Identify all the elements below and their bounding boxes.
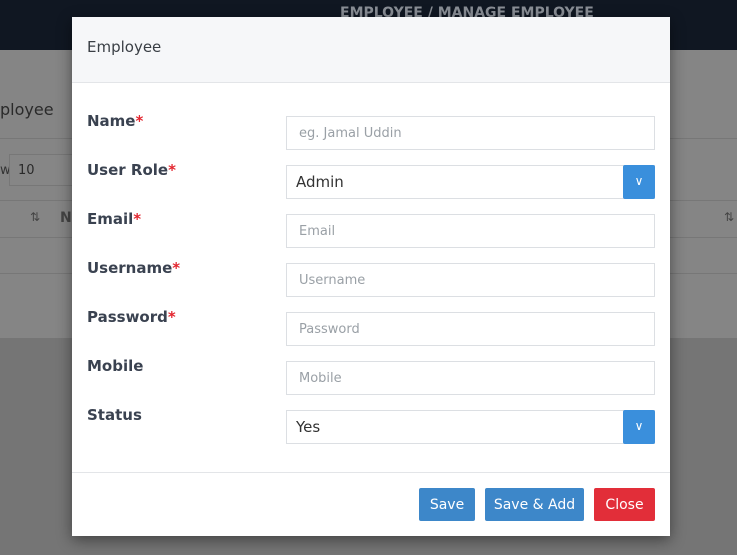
user-role-row: User Role* Admin ∨ — [72, 161, 670, 199]
username-label: Username* — [87, 259, 181, 277]
chevron-down-icon[interactable]: ∨ — [623, 165, 655, 199]
modal-header: Employee — [72, 17, 670, 83]
chevron-down-icon[interactable]: ∨ — [623, 410, 655, 444]
name-input[interactable] — [286, 116, 655, 150]
user-role-select[interactable]: Admin ∨ — [286, 165, 655, 199]
close-button[interactable]: Close — [594, 488, 655, 521]
status-label: Status — [87, 406, 142, 424]
email-label: Email* — [87, 210, 142, 228]
password-row: Password* — [72, 308, 670, 346]
save-button[interactable]: Save — [419, 488, 475, 521]
status-row: Status Yes ∨ — [72, 406, 670, 444]
background-page-title: ployee — [0, 100, 54, 119]
sort-icon[interactable]: ⇅ — [30, 210, 40, 224]
name-label: Name* — [87, 112, 144, 130]
password-label: Password* — [87, 308, 176, 326]
modal-footer-divider — [72, 472, 670, 473]
status-select[interactable]: Yes ∨ — [286, 410, 655, 444]
save-and-add-button[interactable]: Save & Add — [485, 488, 584, 521]
sort-icon[interactable]: ⇅ — [724, 210, 734, 224]
mobile-input[interactable] — [286, 361, 655, 395]
modal-title: Employee — [87, 38, 162, 56]
name-row: Name* — [72, 112, 670, 150]
mobile-row: Mobile — [72, 357, 670, 395]
username-row: Username* — [72, 259, 670, 297]
password-input[interactable] — [286, 312, 655, 346]
user-role-label: User Role* — [87, 161, 176, 179]
username-input[interactable] — [286, 263, 655, 297]
employee-modal: Employee Name* User Role* Admin∨ Email* … — [72, 17, 670, 536]
page-size-select[interactable]: 10 — [9, 154, 79, 186]
email-row: Email* — [72, 210, 670, 248]
email-input[interactable] — [286, 214, 655, 248]
column-header[interactable]: N — [60, 210, 72, 226]
mobile-label: Mobile — [87, 357, 144, 375]
